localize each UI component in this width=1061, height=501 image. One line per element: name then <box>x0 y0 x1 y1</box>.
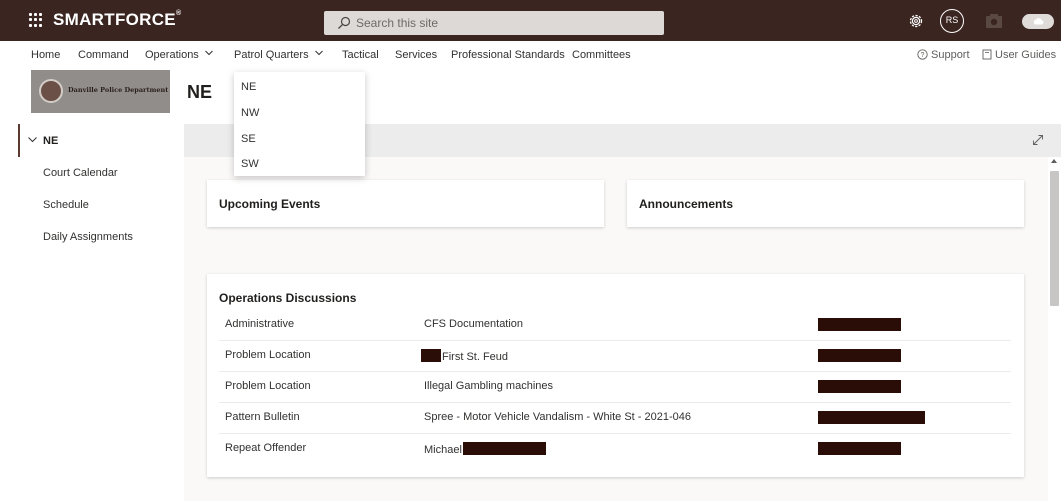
user-avatar[interactable]: RS <box>940 9 964 33</box>
patrol-quarters-dropdown: NE NW SE SW <box>234 72 365 176</box>
police-seal-icon <box>39 79 63 103</box>
discussion-subject-wrap[interactable]: Michael <box>424 442 546 456</box>
discussion-subject: First St. Feud <box>442 351 509 363</box>
discussion-subject[interactable]: Spree - Motor Vehicle Vandalism - White … <box>424 411 691 423</box>
nav-committees[interactable]: Committees <box>572 49 631 61</box>
brand-name: SMARTFORCE <box>53 10 176 29</box>
discussion-row[interactable]: Repeat Offender Michael <box>219 434 1011 465</box>
nav-services[interactable]: Services <box>395 49 437 61</box>
discussion-category: Problem Location <box>225 349 311 361</box>
site-logo[interactable]: Danville Police Department <box>31 70 170 113</box>
dropdown-item-nw[interactable]: NW <box>241 107 259 119</box>
redaction-bar <box>818 380 901 393</box>
search-input[interactable]: Search this site <box>324 11 664 35</box>
nav-professional-standards[interactable]: Professional Standards <box>451 49 565 61</box>
camera-icon[interactable] <box>985 13 1003 29</box>
chevron-down-icon[interactable] <box>28 135 37 144</box>
operations-discussions-title[interactable]: Operations Discussions <box>219 291 356 305</box>
search-icon <box>338 16 351 29</box>
nav-tactical[interactable]: Tactical <box>342 49 379 61</box>
redaction-bar <box>462 442 546 455</box>
discussion-row[interactable]: Problem Location First St. Feud <box>219 341 1011 372</box>
dropdown-item-sw[interactable]: SW <box>241 158 259 170</box>
leftnav-court-calendar[interactable]: Court Calendar <box>43 167 118 179</box>
leftnav-daily-assignments[interactable]: Daily Assignments <box>43 231 133 243</box>
operations-discussions-card: Operations Discussions Administrative CF… <box>207 274 1024 477</box>
redaction-bar <box>421 349 441 362</box>
dropdown-item-se[interactable]: SE <box>241 133 256 145</box>
app-launcher-icon[interactable] <box>29 13 43 27</box>
redaction-bar <box>818 318 901 331</box>
support-link[interactable]: ? Support <box>917 49 970 61</box>
upcoming-events-title[interactable]: Upcoming Events <box>219 197 320 211</box>
leftnav-schedule[interactable]: Schedule <box>43 199 89 211</box>
suite-bar: SMARTFORCE® Search this site RS <box>0 0 1061 41</box>
announcements-card: Announcements <box>627 180 1024 227</box>
leftnav-active-ne[interactable]: NE <box>18 124 184 157</box>
redaction-bar <box>818 349 901 362</box>
discussion-row[interactable]: Administrative CFS Documentation <box>219 310 1011 341</box>
leftnav-active-label: NE <box>43 135 59 147</box>
sync-toggle[interactable] <box>1022 14 1054 29</box>
dropdown-item-ne[interactable]: NE <box>241 81 256 93</box>
nav-home[interactable]: Home <box>31 49 60 61</box>
discussion-subject: Michael <box>424 444 462 456</box>
expand-icon[interactable] <box>1032 134 1044 146</box>
scroll-thumb[interactable] <box>1050 171 1059 306</box>
discussion-category: Problem Location <box>225 380 311 392</box>
redaction-bar <box>818 442 901 455</box>
upcoming-events-card: Upcoming Events <box>207 180 604 227</box>
discussion-subject[interactable]: Illegal Gambling machines <box>424 380 553 392</box>
scroll-up-arrow-icon[interactable] <box>1051 159 1057 163</box>
discussion-row[interactable]: Problem Location Illegal Gambling machin… <box>219 372 1011 403</box>
top-navigation: Home Command Operations Patrol Quarters … <box>0 41 1061 71</box>
logo-text: Danville Police Department <box>68 86 169 94</box>
book-icon <box>982 49 992 60</box>
user-guides-link[interactable]: User Guides <box>982 49 1056 61</box>
discussion-category: Pattern Bulletin <box>225 411 300 423</box>
discussion-category: Repeat Offender <box>225 442 307 454</box>
search-placeholder: Search this site <box>356 16 439 30</box>
site-title[interactable]: NE <box>187 82 212 103</box>
chevron-down-icon <box>314 50 323 56</box>
discussion-row[interactable]: Pattern Bulletin Spree - Motor Vehicle V… <box>219 403 1011 434</box>
help-icon: ? <box>917 49 928 60</box>
vertical-scrollbar[interactable] <box>1048 157 1061 501</box>
nav-command[interactable]: Command <box>78 49 129 61</box>
cloud-icon <box>1033 18 1044 25</box>
discussion-subject-wrap[interactable]: First St. Feud <box>421 349 508 363</box>
discussion-subject[interactable]: CFS Documentation <box>424 318 523 330</box>
discussion-category: Administrative <box>225 318 295 330</box>
chevron-down-icon <box>204 50 213 56</box>
nav-operations[interactable]: Operations <box>145 49 213 61</box>
announcements-title[interactable]: Announcements <box>639 197 733 211</box>
gear-icon[interactable] <box>907 12 925 30</box>
brand-logo[interactable]: SMARTFORCE® <box>53 10 181 30</box>
svg-text:?: ? <box>921 52 925 59</box>
nav-patrol-quarters[interactable]: Patrol Quarters <box>234 49 323 61</box>
redaction-bar <box>818 411 925 424</box>
